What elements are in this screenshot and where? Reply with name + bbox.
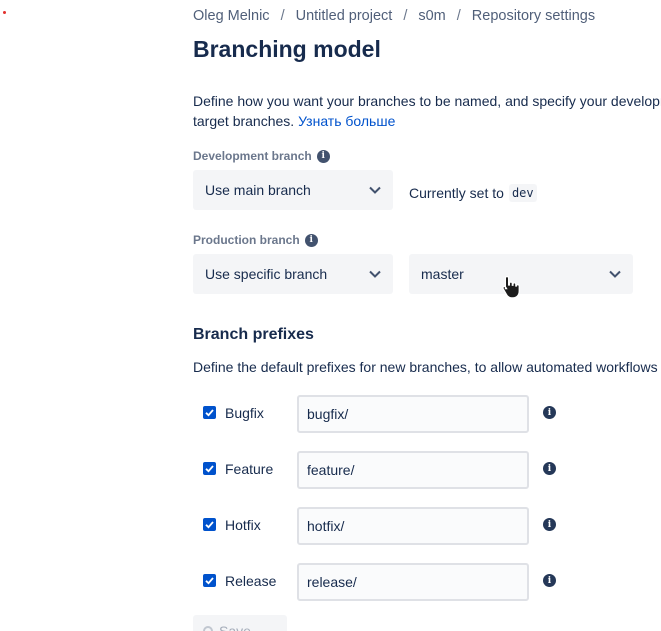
hotfix-checkbox[interactable] xyxy=(203,518,216,531)
current-branch-code: dev xyxy=(508,184,537,202)
feature-prefix-input[interactable] xyxy=(297,451,529,489)
chevron-down-icon xyxy=(609,270,621,278)
hotfix-prefix-input[interactable] xyxy=(297,507,529,545)
breadcrumb-item-project[interactable]: Untitled project xyxy=(296,8,393,24)
breadcrumb-item-settings[interactable]: Repository settings xyxy=(472,8,595,24)
bugfix-label: Bugfix xyxy=(225,405,264,421)
page-title: Branching model xyxy=(193,36,381,62)
info-icon[interactable]: i xyxy=(316,149,330,163)
production-branch-name-value: master xyxy=(421,266,464,282)
development-branch-label-row: Development branch i xyxy=(193,149,330,163)
chevron-down-icon xyxy=(369,186,381,194)
current-development-branch: Currently set to dev xyxy=(409,184,537,202)
bugfix-checkbox[interactable] xyxy=(203,406,216,419)
hand-pointer-icon xyxy=(502,275,520,299)
learn-more-link[interactable]: Узнать больше xyxy=(298,113,395,129)
production-branch-select-value: Use specific branch xyxy=(205,266,328,282)
release-label: Release xyxy=(225,573,277,589)
development-branch-label: Development branch xyxy=(193,149,312,163)
description-line-2: target branches. Узнать больше xyxy=(193,111,661,131)
production-branch-label-row: Production branch i xyxy=(193,233,318,247)
page: Oleg Melnic / Untitled project / s0m / Reposit… xyxy=(0,0,661,631)
development-branch-select-value: Use main branch xyxy=(205,182,311,198)
info-icon[interactable]: i xyxy=(304,233,318,247)
production-branch-label: Production branch xyxy=(193,233,300,247)
release-prefix-input[interactable] xyxy=(297,563,529,601)
breadcrumb-separator: / xyxy=(403,8,408,24)
chevron-down-icon xyxy=(369,270,381,278)
check-icon xyxy=(205,577,214,585)
check-icon xyxy=(205,465,214,473)
feature-label: Feature xyxy=(225,461,274,477)
branch-prefixes-description: Define the default prefixes for new bran… xyxy=(193,359,661,375)
feature-checkbox[interactable] xyxy=(203,462,216,475)
hotfix-label: Hotfix xyxy=(225,517,261,533)
description-text: target branches. xyxy=(193,113,295,129)
release-checkbox[interactable] xyxy=(203,574,216,587)
info-icon[interactable]: i xyxy=(543,518,556,531)
breadcrumb-item-user[interactable]: Oleg Melnic xyxy=(193,8,270,24)
save-button[interactable]: Save xyxy=(193,615,287,631)
red-indicator-dot xyxy=(3,11,6,14)
production-branch-name-select[interactable]: master xyxy=(409,254,633,294)
info-icon[interactable]: i xyxy=(543,462,556,475)
breadcrumb-separator: / xyxy=(456,8,461,24)
description-line-1: Define how you want your branches to be … xyxy=(193,93,661,109)
info-icon[interactable]: i xyxy=(543,406,556,419)
current-set-label: Currently set to xyxy=(409,185,504,201)
bugfix-prefix-input[interactable] xyxy=(297,395,529,433)
check-icon xyxy=(205,521,214,529)
breadcrumb-item-repository[interactable]: s0m xyxy=(418,8,445,24)
breadcrumb: Oleg Melnic / Untitled project / s0m / Reposit… xyxy=(193,8,595,24)
prefix-row-feature: Feature i xyxy=(203,451,563,489)
development-branch-select[interactable]: Use main branch xyxy=(193,170,393,210)
save-button-label: Save xyxy=(219,623,251,631)
prefix-row-release: Release i xyxy=(203,563,563,601)
production-branch-select[interactable]: Use specific branch xyxy=(193,254,393,294)
branch-prefixes-title: Branch prefixes xyxy=(193,326,314,343)
spinner-icon xyxy=(203,626,213,631)
prefix-row-hotfix: Hotfix i xyxy=(203,507,563,545)
info-icon[interactable]: i xyxy=(543,574,556,587)
breadcrumb-separator: / xyxy=(280,8,285,24)
check-icon xyxy=(205,409,214,417)
page-description: Define how you want your branches to be … xyxy=(193,91,661,131)
prefix-row-bugfix: Bugfix i xyxy=(203,395,563,433)
